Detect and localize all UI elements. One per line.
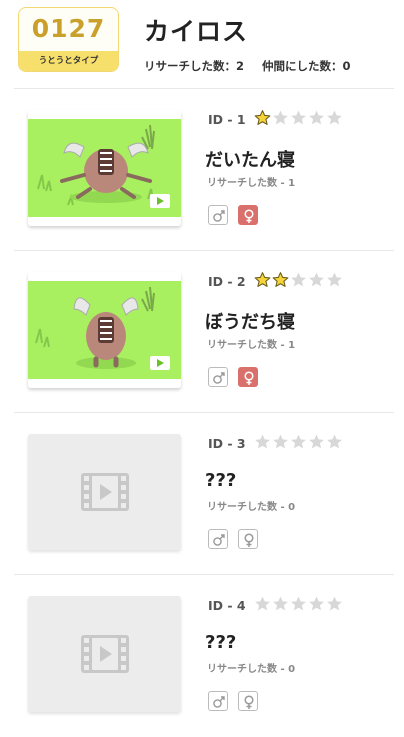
female-icon xyxy=(238,529,258,549)
film-icon xyxy=(81,635,129,673)
star-empty-icon xyxy=(309,434,324,449)
video-thumbnail-locked[interactable] xyxy=(28,434,181,550)
header: 0127 うとうとタイプ カイロス リサーチした数：2 仲間にした数：0 xyxy=(0,0,404,88)
star-empty-icon xyxy=(255,434,270,449)
style-research-count: リサーチした数 - 1 xyxy=(207,178,296,189)
pinsir-sprite xyxy=(73,297,139,368)
style-id: ID - 4 xyxy=(208,598,246,613)
star-empty-icon xyxy=(327,272,342,287)
friend-count: 仲間にした数：0 xyxy=(262,59,351,73)
dex-number: 0127 xyxy=(31,14,106,43)
star-empty-icon xyxy=(327,434,342,449)
style-name: ??? xyxy=(205,470,237,491)
sleep-style-entry[interactable]: ID - 1 だいたん寝 リサーチした数 - 1 xyxy=(0,89,404,251)
sleep-style-entry[interactable]: ID - 3 ??? リサーチした数 - 0 xyxy=(0,413,404,575)
star-empty-icon xyxy=(255,596,270,611)
play-icon xyxy=(150,356,170,370)
star-empty-icon xyxy=(273,110,288,125)
style-id: ID - 2 xyxy=(208,274,246,289)
male-icon xyxy=(208,205,228,225)
page-title: カイロス xyxy=(144,17,249,46)
style-name: だいたん寝 xyxy=(205,150,295,171)
male-icon xyxy=(208,367,228,387)
style-id: ID - 3 xyxy=(208,436,246,451)
rarity-stars xyxy=(254,595,344,616)
film-icon xyxy=(81,473,129,511)
style-research-count: リサーチした数 - 1 xyxy=(207,340,296,351)
research-count: リサーチした数：2 xyxy=(144,59,245,73)
dex-number-badge: 0127 うとうとタイプ xyxy=(18,7,119,72)
star-empty-icon xyxy=(309,272,324,287)
stats-row: リサーチした数：2 仲間にした数：0 xyxy=(144,58,365,74)
star-empty-icon xyxy=(291,110,306,125)
star-empty-icon xyxy=(273,596,288,611)
star-empty-icon xyxy=(327,596,342,611)
sleep-style-entry[interactable]: ID - 2 ぼうだち寝 リサーチした数 - 1 xyxy=(0,251,404,413)
video-thumbnail[interactable] xyxy=(28,272,181,388)
style-research-count: リサーチした数 - 0 xyxy=(207,664,296,675)
female-icon xyxy=(238,205,258,225)
star-filled-icon xyxy=(272,272,289,287)
play-icon xyxy=(150,194,170,208)
sleep-type-label: うとうとタイプ xyxy=(19,51,118,71)
style-name: ぼうだち寝 xyxy=(205,312,295,333)
star-filled-icon xyxy=(254,272,271,287)
male-icon xyxy=(208,691,228,711)
star-empty-icon xyxy=(327,110,342,125)
video-thumbnail-locked[interactable] xyxy=(28,596,181,712)
star-empty-icon xyxy=(309,110,324,125)
rarity-stars xyxy=(254,433,344,454)
sleep-style-entry[interactable]: ID - 4 ??? リサーチした数 - 0 xyxy=(0,575,404,737)
style-research-count: リサーチした数 - 0 xyxy=(207,502,296,513)
star-empty-icon xyxy=(291,596,306,611)
male-icon xyxy=(208,529,228,549)
female-icon xyxy=(238,367,258,387)
style-id: ID - 1 xyxy=(208,112,246,127)
star-filled-icon xyxy=(254,110,271,125)
pinsir-sprite xyxy=(60,142,152,199)
rarity-stars xyxy=(254,271,344,292)
female-icon xyxy=(238,691,258,711)
style-name: ??? xyxy=(205,632,237,653)
star-empty-icon xyxy=(309,596,324,611)
star-empty-icon xyxy=(291,272,306,287)
star-empty-icon xyxy=(291,434,306,449)
rarity-stars xyxy=(254,109,344,130)
star-empty-icon xyxy=(273,434,288,449)
video-thumbnail[interactable] xyxy=(28,110,181,226)
